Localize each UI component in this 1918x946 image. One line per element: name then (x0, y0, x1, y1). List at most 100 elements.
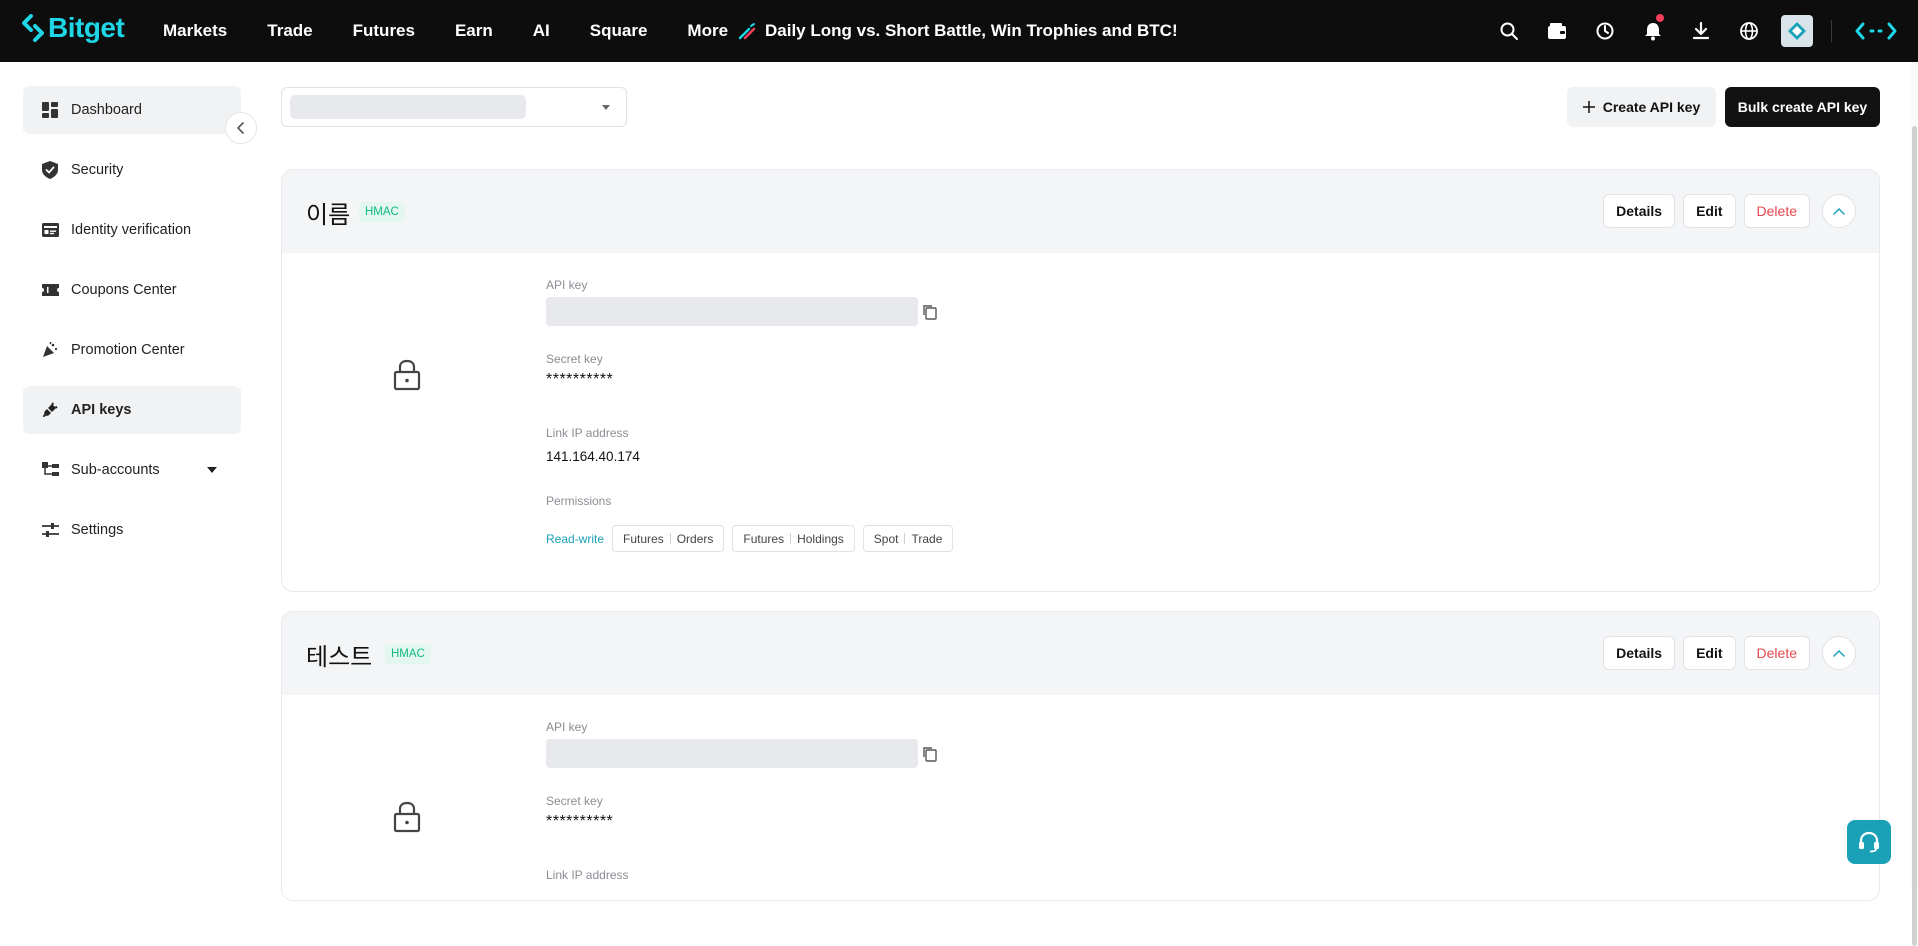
sidebar-item-security[interactable]: Security (23, 146, 241, 194)
nav-more[interactable]: More (687, 21, 728, 41)
brand-name: Bitget (48, 12, 125, 43)
dashboard-icon (41, 101, 59, 119)
api-key-value (546, 297, 918, 326)
link-ip-label: Link IP address (546, 868, 629, 882)
account-selector[interactable] (281, 87, 627, 127)
history-icon[interactable] (1581, 0, 1629, 62)
details-button[interactable]: Details (1603, 194, 1676, 228)
nav-divider (1831, 20, 1832, 42)
permissions-list: Read-write Futures Orders Futures Holdings… (546, 525, 954, 552)
plug-icon (41, 401, 59, 419)
chevron-down-icon[interactable] (207, 467, 217, 473)
sidebar-item-label: Settings (71, 522, 124, 538)
permission-tag: Futures Holdings (732, 525, 855, 552)
ticket-icon (41, 281, 59, 299)
shield-icon (41, 161, 59, 179)
collapse-card-button[interactable] (1822, 636, 1856, 670)
chevron-up-icon (1833, 649, 1845, 657)
support-chat-button[interactable] (1847, 820, 1891, 864)
sidebar-item-identity-verification[interactable]: Identity verification (23, 206, 241, 254)
card-actions: Details Edit Delete (1603, 194, 1856, 228)
page-scrollbar[interactable] (1911, 62, 1918, 946)
copy-icon[interactable] (922, 746, 938, 762)
bitget-logo[interactable]: Bitget (22, 12, 125, 44)
delete-button[interactable]: Delete (1743, 194, 1810, 228)
headset-icon (1859, 831, 1879, 853)
permission-scope: Futures (743, 531, 785, 546)
nav-square[interactable]: Square (590, 21, 648, 41)
link-ip-value: 141.164.40.174 (546, 449, 640, 464)
sidebar-item-label: Promotion Center (71, 342, 185, 358)
hmac-badge: HMAC (385, 644, 431, 664)
details-button[interactable]: Details (1603, 636, 1676, 670)
hmac-badge: HMAC (359, 202, 405, 222)
promo-banner[interactable]: Daily Long vs. Short Battle, Win Trophie… (737, 0, 1178, 62)
secret-key-value: ********** (546, 813, 614, 830)
api-key-label: API key (546, 720, 588, 734)
sidebar-item-coupons-center[interactable]: Coupons Center (23, 266, 241, 314)
sliders-icon (41, 521, 59, 539)
search-icon[interactable] (1485, 0, 1533, 62)
permission-right: Trade (911, 531, 943, 546)
secret-key-label: Secret key (546, 794, 603, 808)
api-key-card: 테스트 HMAC Details Edit Delete API key Sec… (281, 611, 1880, 901)
bell-icon[interactable] (1629, 0, 1677, 62)
create-api-key-label: Create API key (1602, 99, 1701, 115)
copy-icon[interactable] (922, 304, 938, 320)
promo-text: Daily Long vs. Short Battle, Win Trophie… (765, 21, 1178, 40)
top-nav: Bitget Markets Trade Futures Earn AI Squ… (0, 0, 1918, 62)
sidebar-item-label: Dashboard (71, 102, 142, 118)
wallet-icon[interactable] (1533, 0, 1581, 62)
code-brackets-icon[interactable] (1846, 0, 1906, 62)
permission-scope: Futures (623, 531, 664, 546)
api-key-value (546, 739, 918, 768)
sidebar-item-settings[interactable]: Settings (23, 506, 241, 554)
nav-trade[interactable]: Trade (267, 21, 312, 41)
sidebar: Dashboard Security Identity verification… (23, 86, 241, 566)
permission-mode: Read-write (546, 531, 605, 546)
secret-key-label: Secret key (546, 352, 603, 366)
permission-right: Orders (676, 531, 714, 546)
id-card-icon (41, 221, 59, 239)
sidebar-item-label: Security (71, 162, 124, 178)
create-api-key-button[interactable]: Create API key (1567, 87, 1716, 127)
nav-earn[interactable]: Earn (455, 21, 493, 41)
battle-icon (738, 23, 756, 40)
bulk-create-api-key-button[interactable]: Bulk create API key (1725, 87, 1880, 127)
nav-futures[interactable]: Futures (353, 21, 415, 41)
sub-accounts-icon (41, 461, 59, 479)
collapse-card-button[interactable] (1822, 194, 1856, 228)
selector-placeholder (290, 95, 526, 119)
sidebar-item-label: Sub-accounts (71, 462, 160, 478)
sidebar-item-label: Coupons Center (71, 282, 177, 298)
caret-down-icon (602, 105, 610, 110)
chevron-up-icon (1833, 207, 1845, 215)
main-menu: Markets Trade Futures Earn AI Square Mor… (163, 0, 768, 62)
download-icon[interactable] (1677, 0, 1725, 62)
globe-icon[interactable] (1725, 0, 1773, 62)
nav-icons (1485, 0, 1918, 62)
permission-right: Holdings (797, 531, 844, 546)
sidebar-item-sub-accounts[interactable]: Sub-accounts (23, 446, 241, 494)
edit-button[interactable]: Edit (1683, 636, 1736, 670)
permission-scope: Spot (873, 531, 899, 546)
sidebar-item-label: API keys (71, 402, 132, 418)
collapse-sidebar-button[interactable] (225, 112, 257, 144)
api-key-name: 테스트 (306, 643, 373, 671)
permissions-label: Permissions (546, 494, 612, 508)
sidebar-item-api-keys[interactable]: API keys (23, 386, 241, 434)
profile-button[interactable] (1773, 0, 1821, 62)
permission-tag: Futures Orders (612, 525, 725, 552)
nav-ai[interactable]: AI (533, 21, 550, 41)
sidebar-item-dashboard[interactable]: Dashboard (23, 86, 241, 134)
card-header: 테스트 HMAC Details Edit Delete (282, 612, 1879, 695)
delete-button[interactable]: Delete (1743, 636, 1810, 670)
lock-icon (393, 359, 421, 391)
bulk-create-label: Bulk create API key (1737, 99, 1868, 115)
permission-tag: Spot Trade (862, 525, 954, 552)
sidebar-item-promotion-center[interactable]: Promotion Center (23, 326, 241, 374)
edit-button[interactable]: Edit (1683, 194, 1736, 228)
nav-markets[interactable]: Markets (163, 21, 227, 41)
card-header: 이름 HMAC Details Edit Delete (282, 170, 1879, 253)
scrollbar-thumb[interactable] (1912, 126, 1917, 946)
